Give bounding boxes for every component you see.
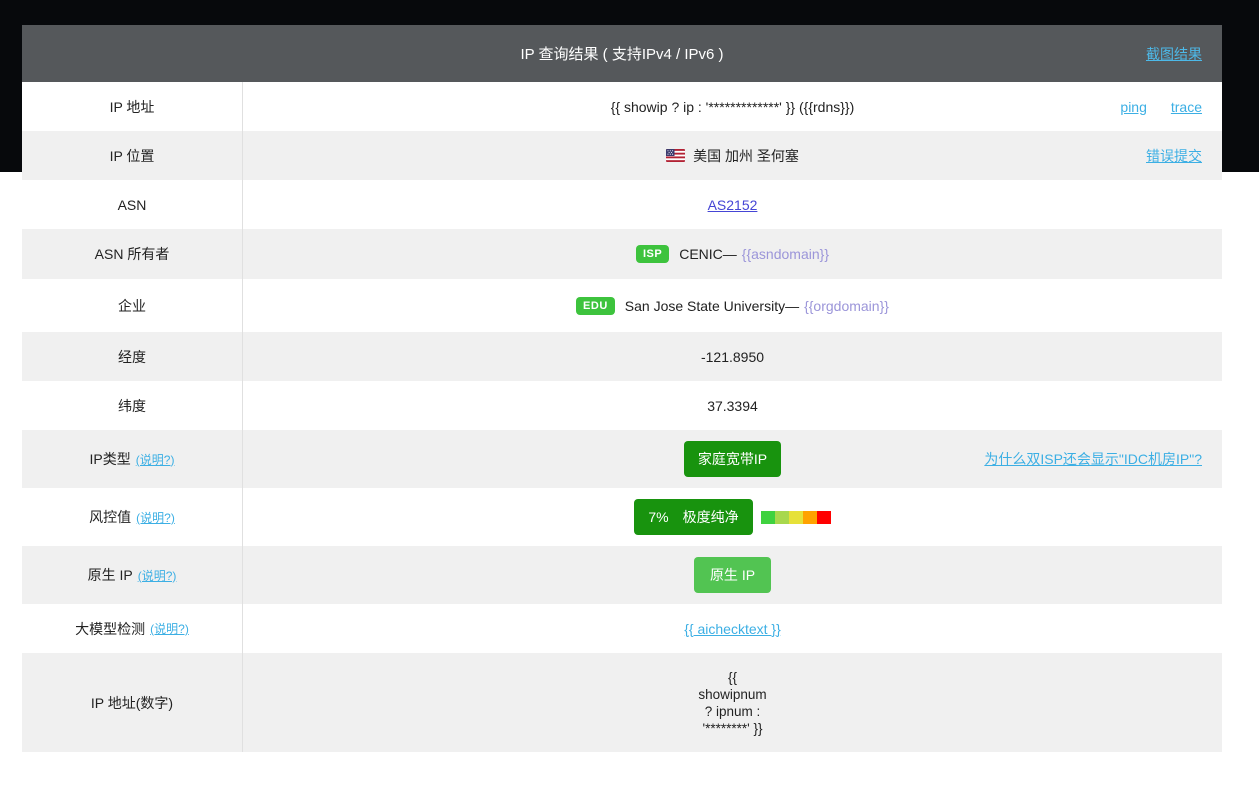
org-domain-placeholder: {{orgdomain}} bbox=[804, 298, 889, 314]
table-row-ai-check: 大模型检测 (说明?) {{ aichecktext }} bbox=[22, 604, 1222, 653]
table-row-longitude: 经度 -121.8950 bbox=[22, 332, 1222, 381]
dual-isp-faq-link[interactable]: 为什么双ISP还会显示"IDC机房IP"? bbox=[984, 449, 1202, 469]
row-label-ip-address: IP 地址 bbox=[22, 82, 243, 131]
table-row-ip-location: IP 位置 bbox=[22, 131, 1222, 180]
risk-bar-segment bbox=[775, 511, 789, 524]
risk-percent: 7% bbox=[648, 509, 668, 525]
row-label-risk-score: 风控值 bbox=[89, 507, 131, 527]
row-label-ip-type: IP类型 bbox=[90, 449, 131, 469]
row-label-ip-location: IP 位置 bbox=[22, 131, 243, 180]
longitude-value: -121.8950 bbox=[701, 349, 764, 365]
ping-link[interactable]: ping bbox=[1120, 99, 1146, 115]
table-row-risk-score: 风控值 (说明?) 7% 极度纯净 bbox=[22, 488, 1222, 546]
ip-location-value: 美国 加州 圣何塞 bbox=[693, 146, 799, 166]
native-ip-badge: 原生 IP bbox=[694, 557, 771, 593]
ip-address-value: {{ showip ? ip : '*************' }} ({{r… bbox=[611, 99, 855, 115]
ip-number-value: {{ showipnum ? ipnum : '********' }} bbox=[698, 669, 766, 737]
ip-type-badge: 家庭宽带IP bbox=[684, 441, 781, 477]
risk-score-help-link[interactable]: (说明?) bbox=[136, 509, 175, 526]
row-label-asn: ASN bbox=[22, 180, 243, 229]
risk-bar-segment bbox=[817, 511, 831, 524]
native-ip-help-link[interactable]: (说明?) bbox=[138, 567, 177, 584]
row-label-asn-owner: ASN 所有者 bbox=[22, 229, 243, 279]
table-row-asn: ASN AS2152 bbox=[22, 180, 1222, 229]
risk-bar-segment bbox=[761, 511, 775, 524]
card-header: IP 查询结果 ( 支持IPv4 / IPv6 ) 截图结果 bbox=[22, 25, 1222, 82]
row-label-longitude: 经度 bbox=[22, 332, 243, 381]
ai-check-help-link[interactable]: (说明?) bbox=[150, 620, 189, 637]
asn-owner-name: CENIC— bbox=[679, 246, 737, 262]
ip-result-card: IP 查询结果 ( 支持IPv4 / IPv6 ) 截图结果 IP 地址 {{ … bbox=[22, 25, 1222, 752]
row-label-ai-check: 大模型检测 bbox=[75, 619, 145, 639]
table-row-organization: 企业 EDU San Jose State University— {{orgd… bbox=[22, 279, 1222, 332]
row-label-latitude: 纬度 bbox=[22, 381, 243, 430]
page-title: IP 查询结果 ( 支持IPv4 / IPv6 ) bbox=[520, 43, 723, 64]
isp-badge: ISP bbox=[636, 245, 669, 263]
organization-name: San Jose State University— bbox=[625, 298, 799, 314]
table-row-latitude: 纬度 37.3394 bbox=[22, 381, 1222, 430]
latitude-value: 37.3394 bbox=[707, 398, 758, 414]
error-report-link[interactable]: 错误提交 bbox=[1146, 146, 1202, 166]
trace-link[interactable]: trace bbox=[1171, 99, 1202, 115]
table-row-ip-address: IP 地址 {{ showip ? ip : '*************' }… bbox=[22, 82, 1222, 131]
row-label-ip-number: IP 地址(数字) bbox=[22, 653, 243, 752]
screenshot-result-link[interactable]: 截图结果 bbox=[1146, 44, 1202, 64]
ai-check-result-link[interactable]: {{ aichecktext }} bbox=[684, 621, 781, 637]
table-row-ip-type: IP类型 (说明?) 家庭宽带IP 为什么双ISP还会显示"IDC机房IP"? bbox=[22, 430, 1222, 488]
risk-gradient-bar bbox=[761, 511, 831, 524]
row-label-native-ip: 原生 IP bbox=[88, 565, 133, 585]
table-row-ip-number: IP 地址(数字) {{ showipnum ? ipnum : '******… bbox=[22, 653, 1222, 752]
row-label-organization: 企业 bbox=[22, 279, 243, 332]
risk-bar-segment bbox=[789, 511, 803, 524]
ip-type-help-link[interactable]: (说明?) bbox=[136, 451, 175, 468]
us-flag-icon bbox=[666, 149, 685, 162]
risk-bar-segment bbox=[803, 511, 817, 524]
edu-badge: EDU bbox=[576, 297, 615, 315]
asn-link[interactable]: AS2152 bbox=[708, 197, 758, 213]
table-row-native-ip: 原生 IP (说明?) 原生 IP bbox=[22, 546, 1222, 604]
risk-score-badge: 7% 极度纯净 bbox=[634, 499, 752, 535]
table-row-asn-owner: ASN 所有者 ISP CENIC— {{asndomain}} bbox=[22, 229, 1222, 279]
risk-level-text: 极度纯净 bbox=[683, 507, 739, 527]
asn-domain-placeholder: {{asndomain}} bbox=[742, 246, 829, 262]
